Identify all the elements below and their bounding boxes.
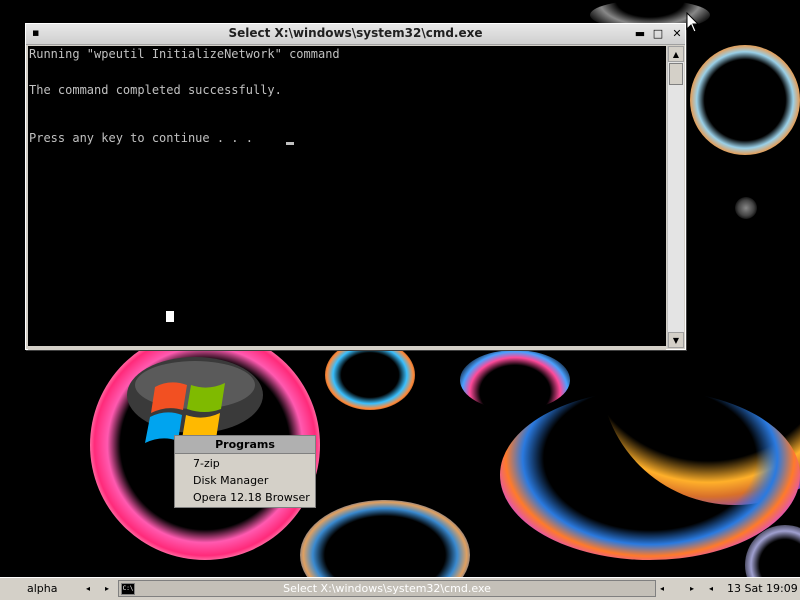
mouse-pointer-icon — [686, 12, 700, 33]
wallpaper-bubble — [460, 350, 570, 410]
console-output[interactable]: Running "wpeutil InitializeNetwork" comm… — [28, 46, 666, 346]
task-next-button[interactable]: ▸ — [690, 582, 694, 596]
console-line: Press any key to continue . . . — [29, 131, 253, 145]
wallpaper-bubble — [500, 390, 800, 560]
text-cursor — [286, 142, 294, 145]
clock[interactable]: 13 Sat 19:09 — [727, 582, 798, 595]
scroll-thumb[interactable] — [669, 63, 683, 85]
task-list-button[interactable]: ◂ — [660, 582, 664, 596]
desktop: ▪ Select X:\windows\system32\cmd.exe ▬ □… — [0, 0, 800, 600]
taskbar-task-cmd[interactable]: C:\ Select X:\windows\system32\cmd.exe — [118, 580, 656, 597]
menu-item-opera-browser[interactable]: Opera 12.18 Browser — [193, 490, 310, 506]
scroll-up-button[interactable]: ▲ — [668, 46, 684, 62]
console-line: Running "wpeutil InitializeNetwork" comm… — [29, 47, 340, 61]
title-bar[interactable]: ▪ Select X:\windows\system32\cmd.exe ▬ □… — [26, 24, 685, 45]
minimize-button[interactable]: ▬ — [633, 27, 647, 41]
console-mouse-cursor — [166, 311, 174, 322]
menu-item-7zip[interactable]: 7-zip — [193, 456, 220, 472]
close-button[interactable]: ✕ — [670, 27, 684, 41]
wallpaper-bubble — [325, 340, 415, 410]
task-prev-button[interactable]: ◂ — [709, 582, 713, 596]
workspace-next-button[interactable]: ▸ — [105, 582, 109, 596]
programs-menu[interactable]: Programs 7-zip Disk Manager Opera 12.18 … — [174, 435, 316, 508]
workspace-label[interactable]: alpha — [27, 582, 58, 595]
taskbar: alpha ◂ ▸ C:\ Select X:\windows\system32… — [0, 577, 800, 600]
menu-item-disk-manager[interactable]: Disk Manager — [193, 473, 268, 489]
window-title: Select X:\windows\system32\cmd.exe — [228, 26, 483, 40]
scroll-down-button[interactable]: ▼ — [668, 332, 684, 348]
console-line: The command completed successfully. — [29, 83, 282, 97]
wallpaper-bubble — [735, 197, 757, 219]
cmd-window[interactable]: ▪ Select X:\windows\system32\cmd.exe ▬ □… — [25, 23, 686, 350]
wallpaper-bubble — [690, 45, 800, 155]
horizontal-scrollbar[interactable] — [28, 347, 666, 350]
programs-menu-title: Programs — [175, 436, 315, 454]
task-label: Select X:\windows\system32\cmd.exe — [283, 582, 491, 595]
workspace-prev-button[interactable]: ◂ — [86, 582, 90, 596]
maximize-button[interactable]: □ — [651, 27, 665, 41]
vertical-scrollbar[interactable]: ▲ ▼ — [667, 46, 684, 348]
